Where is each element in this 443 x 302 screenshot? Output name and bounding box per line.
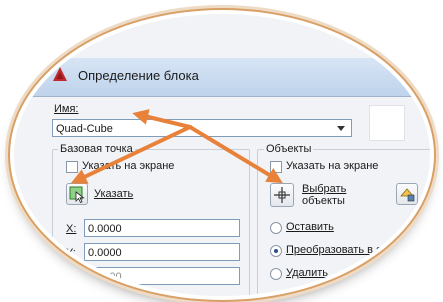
quick-select-icon [400, 188, 415, 202]
retain-label: Оставить [286, 221, 334, 233]
x-input[interactable]: 0.0000 [84, 219, 240, 237]
dialog-titlebar: Определение блока [14, 58, 430, 97]
autocad-title-icon [53, 67, 67, 81]
x-value: 0.0000 [88, 223, 122, 235]
pick-point-button[interactable] [66, 183, 88, 205]
x-label: X: [66, 223, 77, 235]
base-point-onscreen-label: Указать на экране [82, 160, 175, 172]
magnifier-lens: Определение блока Имя: Quad-Cube Базовая… [14, 14, 430, 296]
objects-title: Объекты [264, 143, 314, 155]
convert-radio[interactable] [270, 245, 282, 257]
delete-label: Удалить [286, 267, 328, 279]
name-combo[interactable]: Quad-Cube [52, 119, 352, 137]
select-objects-label-2[interactable]: объекты [302, 195, 345, 207]
block-preview [369, 105, 405, 141]
quick-select-button[interactable] [396, 183, 418, 205]
select-objects-icon [274, 187, 290, 203]
select-objects-label-1[interactable]: Выбрать [302, 183, 346, 195]
pick-point-label[interactable]: Указать [94, 188, 133, 200]
base-point-onscreen-checkbox[interactable] [66, 161, 78, 173]
base-point-title: Базовая точка [58, 143, 135, 155]
convert-label: Преобразовать в ог [286, 244, 387, 256]
objects-onscreen-label: Указать на экране [286, 160, 379, 172]
y-value: 0.0000 [88, 247, 122, 259]
objects-onscreen-checkbox[interactable] [270, 161, 282, 173]
select-objects-button[interactable] [270, 183, 294, 207]
name-label: Имя: [54, 103, 79, 115]
pick-point-icon [69, 186, 85, 204]
z-value: 0.0000 [88, 271, 122, 283]
name-value: Quad-Cube [56, 123, 113, 135]
dialog-title: Определение блока [78, 68, 199, 83]
y-label: Y: [66, 247, 76, 259]
retain-radio[interactable] [270, 222, 282, 234]
dialog-body: Имя: Quad-Cube Базовая точка Указать на … [14, 97, 430, 296]
y-input[interactable]: 0.0000 [84, 243, 240, 261]
z-input[interactable]: 0.0000 [84, 267, 240, 285]
combo-arrow-icon[interactable] [337, 126, 345, 131]
delete-radio[interactable] [270, 268, 282, 280]
